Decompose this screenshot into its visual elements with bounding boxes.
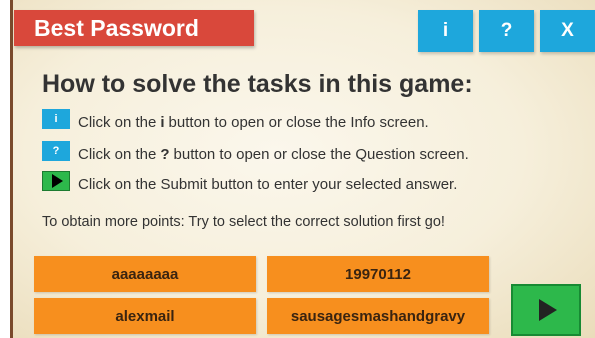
points-tip: To obtain more points: Try to select the… [42, 214, 445, 230]
help-text: Click on the Submit button to enter your… [78, 175, 458, 193]
answer-option[interactable]: aaaaaaaa [34, 256, 256, 292]
help-text-key: i [160, 113, 165, 131]
submit-button[interactable] [511, 284, 581, 336]
info-icon: i [42, 109, 70, 129]
help-text-before: Click on the [78, 113, 157, 131]
help-line-info: i Click on the i button to open or close… [42, 109, 429, 133]
game-title: Best Password [14, 10, 254, 46]
help-line-submit: Click on the Submit button to enter your… [42, 171, 458, 195]
help-text-after: button to open or close the Question scr… [173, 145, 469, 163]
answer-option[interactable]: alexmail [34, 298, 256, 334]
close-button[interactable]: X [540, 10, 595, 52]
instructions-heading: How to solve the tasks in this game: [42, 70, 473, 98]
question-icon: ? [42, 141, 70, 161]
play-icon [539, 299, 557, 321]
answer-option[interactable]: 19970112 [267, 256, 489, 292]
help-text-after: button to open or close the Info screen. [168, 113, 429, 131]
help-text-before: Click on the [78, 145, 157, 163]
info-button[interactable]: i [418, 10, 473, 52]
question-button[interactable]: ? [479, 10, 534, 52]
help-text-key: ? [160, 145, 170, 163]
help-line-question: ? Click on the ? button to open or close… [42, 141, 469, 165]
answer-option[interactable]: sausagesmashandgravy [267, 298, 489, 334]
submit-play-icon [42, 171, 70, 191]
